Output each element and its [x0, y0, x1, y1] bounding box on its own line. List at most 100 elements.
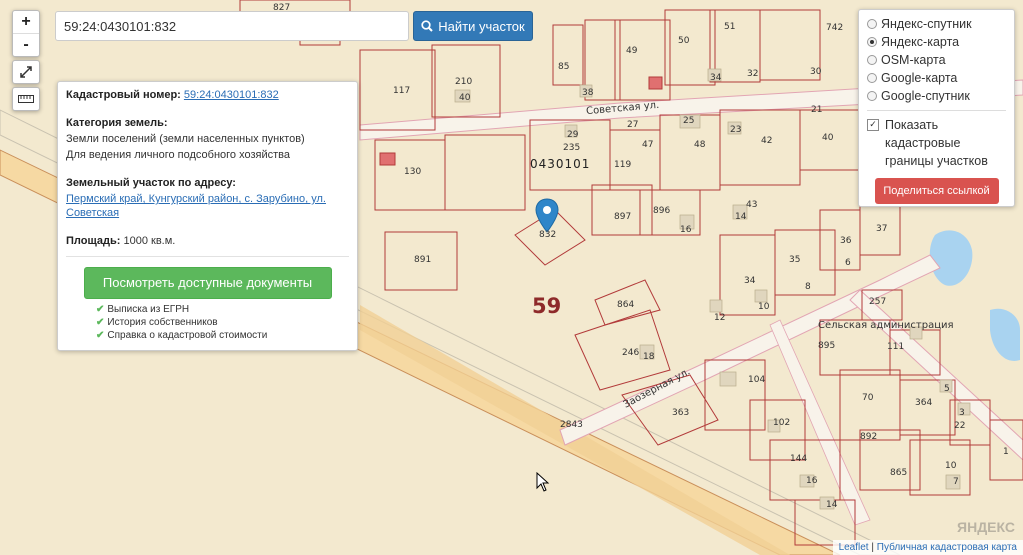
show-boundaries-toggle[interactable]: ✓ Показать кадастровые границы участков — [867, 116, 1006, 170]
parcel-label: 111 — [887, 342, 905, 352]
parcel-label: 2843 — [560, 420, 583, 430]
parcel-label: 130 — [404, 167, 422, 177]
source-link[interactable]: Публичная кадастровая карта — [877, 542, 1017, 553]
list-item-label: Выписка из ЕГРН — [107, 304, 190, 315]
location-pin-icon[interactable] — [535, 198, 559, 234]
parcel-label: 6 — [845, 258, 851, 268]
use-value: Для ведения личного подсобного хозяйства — [66, 149, 290, 161]
divider — [66, 256, 349, 257]
parcel-label: 35 — [789, 255, 801, 265]
parcel-label: 235 — [563, 143, 581, 153]
parcel-label: 10 — [758, 302, 770, 312]
parcel-label: 1 — [1003, 447, 1009, 457]
radio-button[interactable] — [867, 55, 877, 65]
view-documents-button[interactable]: Посмотреть доступные документы — [83, 267, 332, 299]
parcel-label: 104 — [748, 375, 766, 385]
parcel-label: 34 — [710, 73, 722, 83]
find-parcel-label: Найти участок — [438, 18, 525, 34]
parcel-info-panel: Кадастровый номер: 59:24:0430101:832 Кат… — [57, 81, 358, 351]
address-link[interactable]: Пермский край, Кунгурский район, с. Зару… — [66, 193, 326, 219]
radio-button[interactable] — [867, 37, 877, 47]
parcel-label: 895 — [818, 341, 836, 351]
measure-button[interactable] — [12, 87, 40, 111]
checkmark-icon: ✔ — [96, 317, 105, 328]
map-attribution: Leaflet | Публичная кадастровая карта — [832, 540, 1023, 555]
document-list: ✔ Выписка из ЕГРН ✔ История собственников … — [96, 303, 349, 342]
search-icon — [421, 20, 433, 32]
fullscreen-button[interactable] — [12, 60, 40, 84]
attribution-separator: | — [871, 542, 874, 553]
cadastral-label: Кадастровый номер: — [66, 89, 181, 101]
layer-switcher: Яндекс-спутник Яндекс-карта OSM-карта Go… — [858, 9, 1015, 207]
radio-button[interactable] — [867, 19, 877, 29]
share-link-button[interactable]: Поделиться ссылкой — [874, 178, 999, 204]
checkmark-icon: ✔ — [96, 304, 105, 315]
layer-option-yandex-satellite[interactable]: Яндекс-спутник — [867, 15, 1006, 33]
layer-option-label: Яндекс-спутник — [881, 17, 972, 31]
layer-option-osm-map[interactable]: OSM-карта — [867, 51, 1006, 69]
checkmark-icon: ✔ — [96, 330, 105, 341]
parcel-label: 742 — [826, 23, 844, 33]
list-item-label: Справка о кадастровой стоимости — [107, 330, 268, 341]
show-boundaries-label: Показать кадастровые границы участков — [885, 118, 988, 168]
parcel-label: 10 — [945, 461, 957, 471]
zoom-out-button[interactable]: - — [13, 34, 39, 56]
parcel-label: 30 — [810, 67, 822, 77]
parcel-label: 363 — [672, 408, 690, 418]
parcel-label: 892 — [860, 432, 878, 442]
parcel-label: 5 — [944, 384, 950, 394]
parcel-label: 3 — [959, 408, 965, 418]
checkbox-checked[interactable]: ✓ — [867, 119, 879, 131]
parcel-label: 48 — [694, 140, 706, 150]
parcel-label: 897 — [614, 212, 632, 222]
layer-option-label: OSM-карта — [881, 53, 946, 67]
parcel-label: 117 — [393, 86, 411, 96]
parcel-label: 16 — [806, 476, 818, 486]
area-value: 1000 кв.м. — [123, 235, 176, 247]
parcel-label: 18 — [643, 352, 655, 362]
leaflet-link[interactable]: Leaflet — [839, 542, 869, 553]
yandex-watermark-logo: ЯНДЕКС — [957, 519, 1015, 535]
cadastral-search-input[interactable] — [55, 11, 409, 41]
list-item: ✔ Выписка из ЕГРН — [96, 303, 349, 316]
layer-option-google-map[interactable]: Google-карта — [867, 69, 1006, 87]
expand-icon — [20, 66, 32, 78]
mouse-cursor-icon — [536, 472, 550, 492]
radio-button[interactable] — [867, 91, 877, 101]
category-label: Категория земель: — [66, 117, 168, 129]
parcel-label: 49 — [626, 46, 638, 56]
parcel-label: 70 — [862, 393, 874, 403]
zoom-control: + - — [12, 10, 40, 57]
parcel-label: 119 — [614, 160, 632, 170]
parcel-label: 34 — [744, 276, 756, 286]
parcel-label: 14 — [826, 500, 838, 510]
parcel-label: 257 — [869, 297, 887, 307]
layer-option-label: Google-спутник — [881, 89, 970, 103]
parcel-label: 42 — [761, 136, 773, 146]
cadastral-link[interactable]: 59:24:0430101:832 — [184, 89, 279, 101]
layer-option-yandex-map[interactable]: Яндекс-карта — [867, 33, 1006, 51]
parcel-label: 40 — [822, 133, 834, 143]
radio-button[interactable] — [867, 73, 877, 83]
parcel-label: 896 — [653, 206, 671, 216]
parcel-label: 12 — [714, 313, 726, 323]
parcel-label: 364 — [915, 398, 933, 408]
parcel-label: 14 — [735, 212, 747, 222]
parcel-label: 16 — [680, 225, 692, 235]
parcel-label: 7 — [953, 477, 959, 487]
parcel-label: 32 — [747, 69, 759, 79]
parcel-label: 27 — [627, 120, 639, 130]
parcel-label: 50 — [678, 36, 690, 46]
parcel-label: 43 — [746, 200, 758, 210]
parcel-label: 36 — [840, 236, 852, 246]
parcel-label: 29 — [567, 130, 579, 140]
parcel-label: 210 — [455, 77, 473, 87]
parcel-label: 23 — [730, 125, 742, 135]
poi-label: Сельская администрация — [818, 320, 954, 331]
parcel-label: 864 — [617, 300, 635, 310]
zoom-in-button[interactable]: + — [13, 11, 39, 34]
quarter-label: 0430101 — [530, 157, 591, 171]
find-parcel-button[interactable]: Найти участок — [413, 11, 533, 41]
layer-option-google-satellite[interactable]: Google-спутник — [867, 87, 1006, 105]
parcel-label: 144 — [790, 454, 808, 464]
